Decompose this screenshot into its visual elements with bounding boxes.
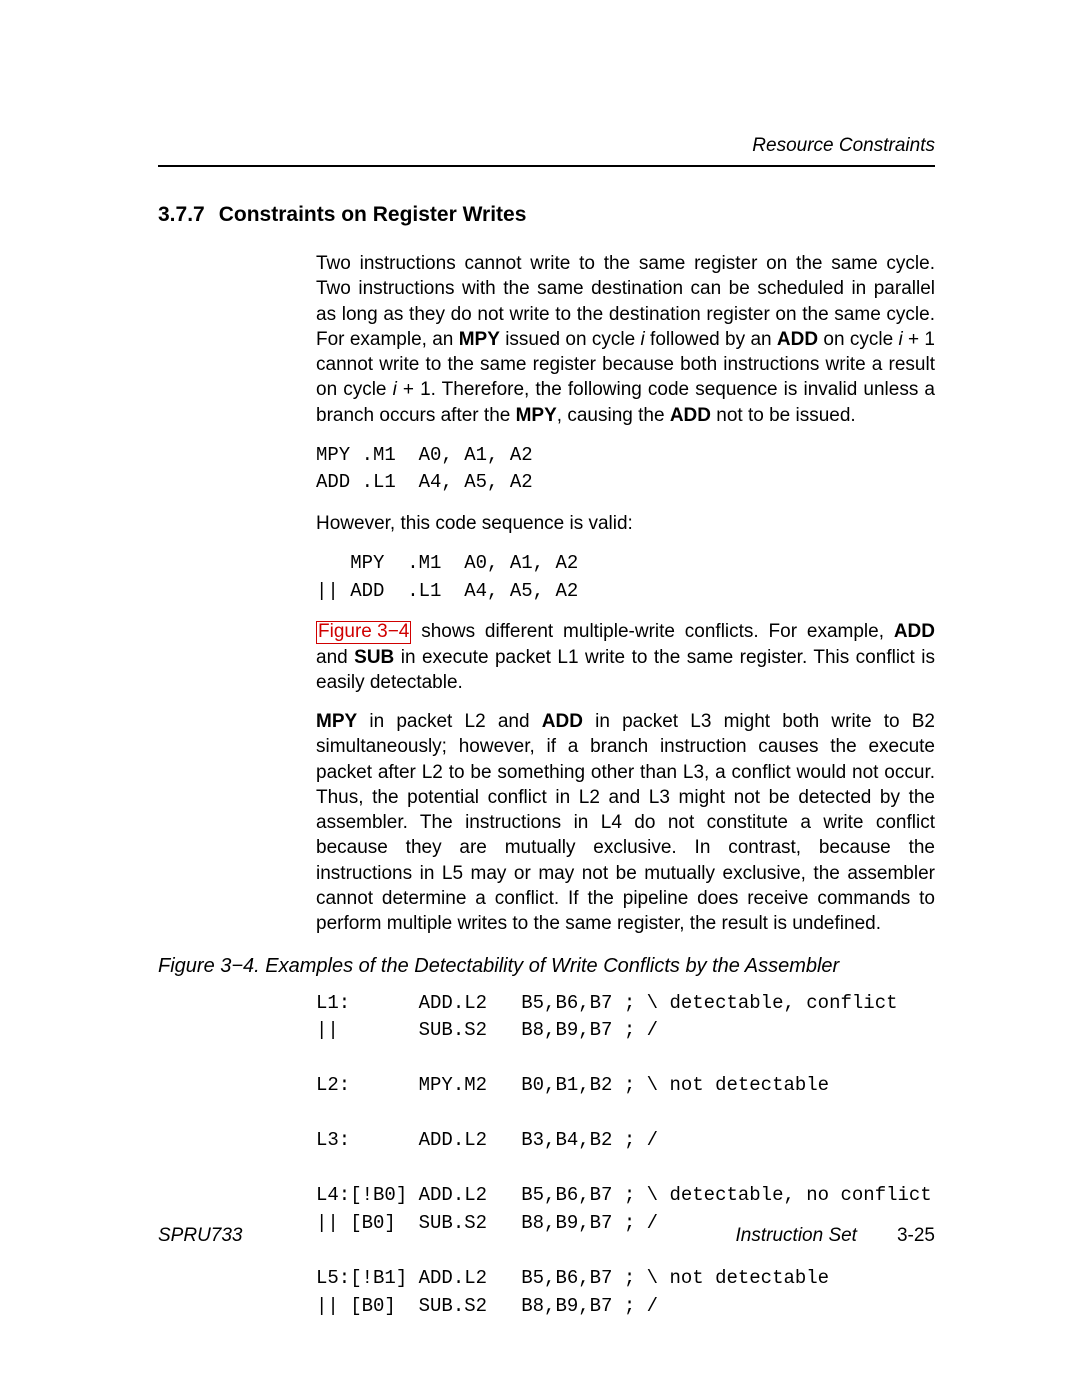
text: in packet L2 and xyxy=(357,711,542,732)
footer-doc-id: SPRU733 xyxy=(158,1225,243,1247)
body-column: Two instructions cannot write to the sam… xyxy=(316,251,935,937)
bold-mpy: MPY xyxy=(516,405,557,426)
footer-chapter: Instruction Set xyxy=(736,1225,857,1246)
section-number: 3.7.7 xyxy=(158,203,205,227)
footer-page-number: 3-25 xyxy=(897,1225,935,1246)
page: Resource Constraints 3.7.7 Constraints on… xyxy=(0,0,1080,1397)
section-title: Constraints on Register Writes xyxy=(219,203,527,226)
figure-body: L1: ADD.L2 B5,B6,B7 ; \ detectable, conf… xyxy=(316,990,935,1321)
bold-add: ADD xyxy=(542,711,583,732)
paragraph-2: However, this code sequence is valid: xyxy=(316,511,935,536)
text: followed by an xyxy=(645,329,777,350)
bold-mpy: MPY xyxy=(316,711,357,732)
bold-sub: SUB xyxy=(354,647,394,668)
text: in packet L3 might both write to B2 simu… xyxy=(316,711,935,934)
paragraph-1: Two instructions cannot write to the sam… xyxy=(316,251,935,428)
running-head: Resource Constraints xyxy=(158,135,935,157)
bold-mpy: MPY xyxy=(459,329,500,350)
text: in execute packet L1 write to the same r… xyxy=(316,647,935,693)
section-heading: 3.7.7 Constraints on Register Writes xyxy=(158,203,935,227)
code-block-1: MPY .M1 A0, A1, A2 ADD .L1 A4, A5, A2 xyxy=(316,442,935,497)
bold-add: ADD xyxy=(670,405,711,426)
text: not to be issued. xyxy=(711,405,856,426)
figure-caption: Figure 3−4. Examples of the Detectabilit… xyxy=(158,955,935,978)
paragraph-3: Figure 3−4 shows different multiple-writ… xyxy=(316,619,935,695)
bold-add: ADD xyxy=(777,329,818,350)
header-rule xyxy=(158,165,935,167)
text: on cycle xyxy=(818,329,898,350)
paragraph-4: MPY in packet L2 and ADD in packet L3 mi… xyxy=(316,709,935,936)
text: shows different multiple-write conflicts… xyxy=(411,621,893,642)
text: and xyxy=(316,647,354,668)
code-block-2: MPY .M1 A0, A1, A2 || ADD .L1 A4, A5, A2 xyxy=(316,550,935,605)
code-block-3: L1: ADD.L2 B5,B6,B7 ; \ detectable, conf… xyxy=(316,990,935,1321)
text: , causing the xyxy=(557,405,670,426)
page-footer: SPRU733 Instruction Set 3-25 xyxy=(158,1225,935,1247)
text: issued on cycle xyxy=(500,329,641,350)
bold-add: ADD xyxy=(894,621,935,642)
figure-link[interactable]: Figure 3−4 xyxy=(316,621,411,644)
